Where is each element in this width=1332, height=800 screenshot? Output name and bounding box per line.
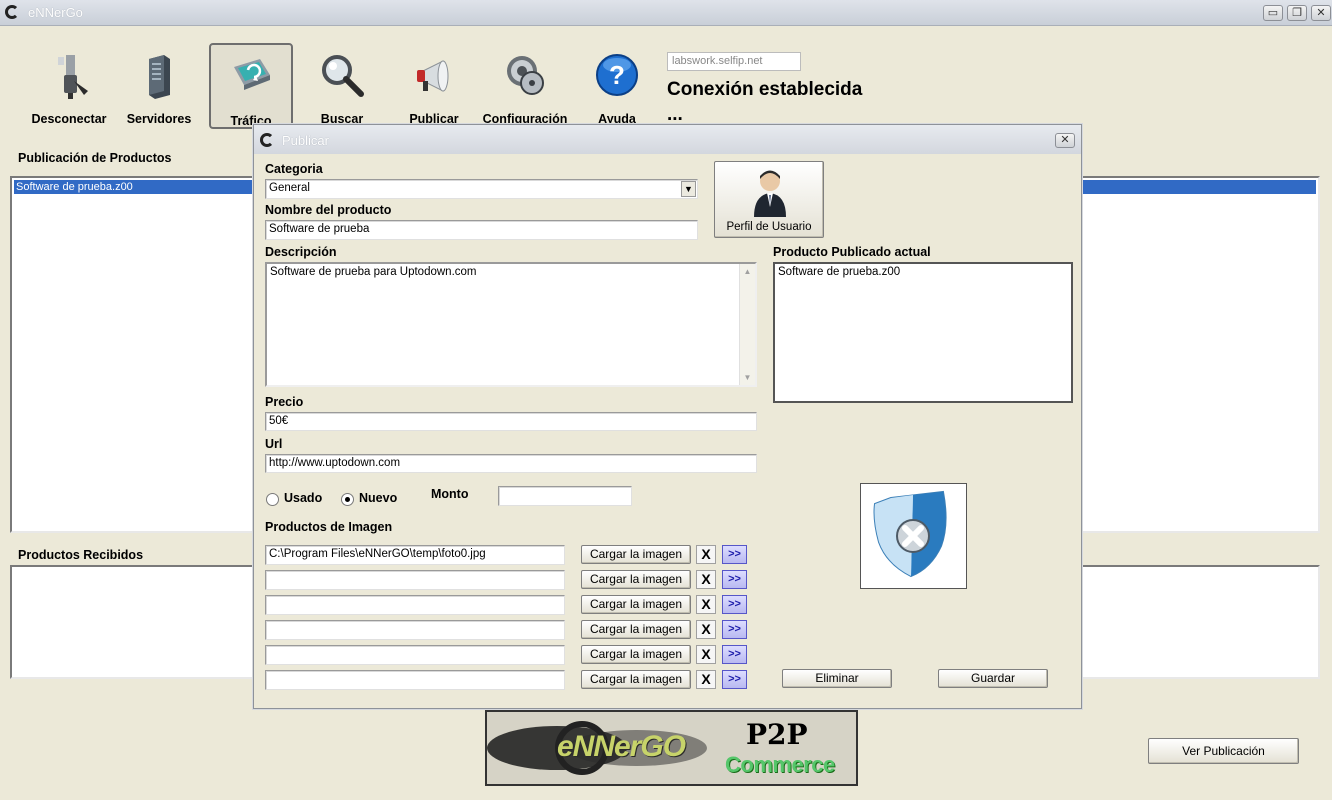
amount-field[interactable] bbox=[498, 486, 632, 506]
megaphone-icon bbox=[417, 60, 449, 92]
image-path-field[interactable] bbox=[265, 670, 565, 690]
window-title: eNNerGo bbox=[28, 5, 83, 20]
image-path-field[interactable] bbox=[265, 570, 565, 590]
published-products-title: Publicación de Productos bbox=[18, 151, 172, 165]
next-image-icon[interactable]: >> bbox=[722, 620, 747, 639]
image-row: Cargar la imagen X >> bbox=[265, 645, 755, 667]
amount-label: Monto bbox=[431, 487, 469, 501]
user-profile-label: Perfil de Usuario bbox=[726, 221, 812, 233]
banner-p2p-text: P2P bbox=[746, 718, 808, 751]
price-label: Precio bbox=[265, 395, 304, 409]
used-radio[interactable] bbox=[266, 493, 279, 506]
minimize-icon[interactable]: ▭ bbox=[1263, 5, 1283, 21]
load-image-button[interactable]: Cargar la imagen bbox=[581, 570, 691, 589]
image-row: Cargar la imagen X >> bbox=[265, 670, 755, 692]
remove-image-icon[interactable]: X bbox=[696, 670, 716, 689]
image-path-field[interactable] bbox=[265, 620, 565, 640]
toolbar-desconectar-button[interactable]: Desconectar bbox=[27, 43, 111, 129]
image-row: Cargar la imagen X >> bbox=[265, 570, 755, 592]
load-image-button[interactable]: Cargar la imagen bbox=[581, 595, 691, 614]
next-image-icon[interactable]: >> bbox=[722, 645, 747, 664]
disconnect-plug-icon bbox=[58, 55, 88, 99]
category-label: Categoria bbox=[265, 162, 323, 176]
banner-commerce-text: Commerce bbox=[725, 752, 835, 777]
toolbar-trafico-button[interactable]: Tráfico bbox=[209, 43, 293, 129]
app-logo-icon bbox=[260, 133, 274, 147]
save-button[interactable]: Guardar bbox=[938, 669, 1048, 688]
new-label: Nuevo bbox=[359, 491, 398, 505]
ennergo-p2p-banner: eNNerGO P2P Commerce bbox=[485, 710, 858, 786]
server-tower-icon bbox=[149, 55, 170, 99]
remove-image-icon[interactable]: X bbox=[696, 595, 716, 614]
next-image-icon[interactable]: >> bbox=[722, 595, 747, 614]
remove-image-icon[interactable]: X bbox=[696, 545, 716, 564]
svg-text:?: ? bbox=[609, 60, 625, 90]
product-image-preview bbox=[860, 483, 967, 589]
toolbar-buscar-button[interactable]: Buscar bbox=[300, 43, 384, 129]
load-image-button[interactable]: Cargar la imagen bbox=[581, 645, 691, 664]
load-image-button[interactable]: Cargar la imagen bbox=[581, 545, 691, 564]
banner-logo-text: eNNerGO bbox=[557, 730, 686, 763]
restore-icon[interactable]: ❐ bbox=[1287, 5, 1307, 21]
dialog-title: Publicar bbox=[282, 133, 329, 148]
toolbar-label: Servidores bbox=[126, 112, 192, 126]
close-icon[interactable]: ✕ bbox=[1311, 5, 1331, 21]
product-images-label: Productos de Imagen bbox=[265, 520, 393, 534]
next-image-icon[interactable]: >> bbox=[722, 670, 747, 689]
used-label: Usado bbox=[284, 491, 323, 505]
next-image-icon[interactable]: >> bbox=[722, 545, 747, 564]
product-name-field[interactable]: Software de prueba bbox=[265, 220, 698, 240]
remove-image-icon[interactable]: X bbox=[696, 645, 716, 664]
load-image-button[interactable]: Cargar la imagen bbox=[581, 670, 691, 689]
image-path-field[interactable] bbox=[265, 645, 565, 665]
user-profile-button[interactable]: Perfil de Usuario bbox=[714, 161, 824, 238]
dialog-titlebar: Publicar ✕ bbox=[254, 125, 1081, 154]
scroll-up-icon[interactable]: ▲ bbox=[740, 267, 755, 276]
url-field[interactable]: http://www.uptodown.com bbox=[265, 454, 757, 473]
close-icon[interactable]: ✕ bbox=[1055, 133, 1075, 148]
description-value: Software de prueba para Uptodown.com bbox=[270, 266, 477, 278]
gear-cd-icon bbox=[507, 56, 544, 95]
scroll-down-icon[interactable]: ▼ bbox=[740, 373, 755, 382]
category-select[interactable]: General ▼ bbox=[265, 179, 698, 199]
image-path-field[interactable]: C:\Program Files\eNNerGO\temp\foto0.jpg bbox=[265, 545, 565, 565]
remove-image-icon[interactable]: X bbox=[696, 620, 716, 639]
current-product-label: Producto Publicado actual bbox=[773, 245, 931, 259]
publish-dialog: Publicar ✕ Categoria General ▼ Nombre de… bbox=[253, 124, 1082, 709]
price-field[interactable]: 50€ bbox=[265, 412, 757, 431]
image-row: Cargar la imagen X >> bbox=[265, 595, 755, 617]
image-row: Cargar la imagen X >> bbox=[265, 620, 755, 642]
chevron-down-icon[interactable]: ▼ bbox=[681, 181, 696, 197]
description-scrollbar[interactable]: ▲ ▼ bbox=[739, 264, 755, 385]
window-titlebar: eNNerGo ▭ ❐ ✕ bbox=[0, 0, 1332, 26]
image-row: C:\Program Files\eNNerGO\temp\foto0.jpg … bbox=[265, 545, 755, 567]
current-product-box[interactable]: Software de prueba.z00 bbox=[773, 262, 1073, 403]
description-label: Descripción bbox=[265, 245, 337, 259]
toolbar-ayuda-button[interactable]: ? Ayuda bbox=[575, 43, 659, 129]
view-publication-button[interactable]: Ver Publicación bbox=[1148, 738, 1299, 764]
description-textarea[interactable]: Software de prueba para Uptodown.com ▲ ▼ bbox=[265, 262, 757, 387]
magnifier-icon bbox=[322, 55, 364, 97]
security-shield-x-icon bbox=[873, 490, 947, 578]
product-name-label: Nombre del producto bbox=[265, 203, 392, 217]
remove-image-icon[interactable]: X bbox=[696, 570, 716, 589]
server-address-field[interactable]: labswork.selfip.net bbox=[667, 52, 801, 71]
url-label: Url bbox=[265, 437, 283, 451]
toolbar-publicar-button[interactable]: Publicar bbox=[392, 43, 476, 129]
delete-button[interactable]: Eliminar bbox=[782, 669, 892, 688]
current-product-value: Software de prueba.z00 bbox=[778, 266, 901, 278]
next-image-icon[interactable]: >> bbox=[722, 570, 747, 589]
new-radio[interactable] bbox=[341, 493, 354, 506]
category-value: General bbox=[269, 182, 310, 194]
help-icon: ? bbox=[596, 54, 638, 96]
toolbar-configuracion-button[interactable]: Configuración bbox=[483, 43, 567, 129]
app-logo-icon bbox=[5, 5, 19, 19]
image-path-field[interactable] bbox=[265, 595, 565, 615]
toolbar-servidores-button[interactable]: Servidores bbox=[117, 43, 201, 129]
received-products-title: Productos Recibidos bbox=[18, 548, 144, 562]
load-image-button[interactable]: Cargar la imagen bbox=[581, 620, 691, 639]
user-avatar-icon bbox=[754, 170, 786, 217]
traffic-monitor-icon bbox=[234, 59, 270, 90]
connection-status: Conexión establecida ... bbox=[667, 79, 863, 125]
